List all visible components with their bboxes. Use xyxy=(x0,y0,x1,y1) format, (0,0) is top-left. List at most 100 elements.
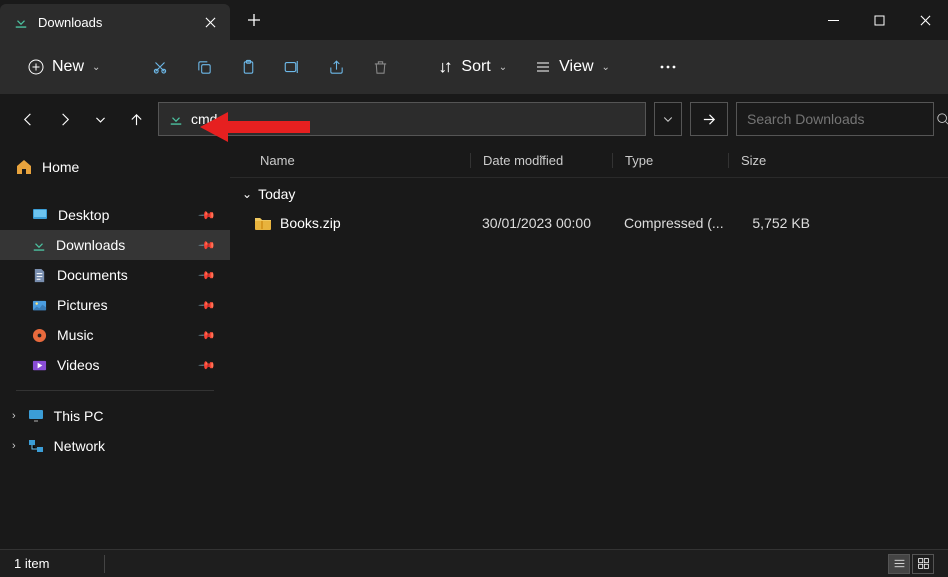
file-type: Compressed (... xyxy=(612,215,728,231)
sort-icon xyxy=(438,60,453,75)
sidebar-label: Desktop xyxy=(58,207,109,223)
sidebar-item-videos[interactable]: Videos 📌 xyxy=(0,350,230,380)
sidebar-item-network[interactable]: › Network xyxy=(0,431,230,461)
sidebar-item-downloads[interactable]: Downloads 📌 xyxy=(0,230,230,260)
minimize-button[interactable] xyxy=(810,0,856,40)
tab-downloads[interactable]: Downloads xyxy=(0,4,230,40)
pictures-icon xyxy=(32,298,47,313)
search-icon xyxy=(936,112,948,126)
window-controls xyxy=(810,0,948,40)
music-icon xyxy=(32,328,47,343)
new-label: New xyxy=(52,58,84,76)
chevron-down-icon: ⌄ xyxy=(602,62,610,73)
sidebar-label: Videos xyxy=(57,357,100,373)
titlebar: Downloads xyxy=(0,0,948,40)
chevron-down-icon: ⌄ xyxy=(92,62,100,73)
close-tab-icon[interactable] xyxy=(205,17,216,28)
more-button[interactable] xyxy=(650,49,686,85)
file-size: 5,752 KB xyxy=(728,215,828,231)
sidebar-item-this-pc[interactable]: › This PC xyxy=(0,401,230,431)
new-button[interactable]: New ⌄ xyxy=(16,52,112,82)
status-bar: 1 item xyxy=(0,549,948,577)
search-input[interactable] xyxy=(747,111,928,127)
sort-label: Sort xyxy=(461,58,490,76)
sort-button[interactable]: Sort ⌄ xyxy=(428,52,517,82)
go-button[interactable] xyxy=(690,102,728,136)
toolbar: New ⌄ Sort ⌄ View ⌄ xyxy=(0,40,948,94)
recent-button[interactable] xyxy=(86,105,114,133)
up-button[interactable] xyxy=(122,105,150,133)
close-window-button[interactable] xyxy=(902,0,948,40)
add-tab-button[interactable] xyxy=(230,0,278,40)
download-icon xyxy=(14,15,28,29)
file-list: Name ⌄ Date modified Type Size ⌄ Today B… xyxy=(230,144,948,549)
documents-icon xyxy=(32,268,47,283)
rename-button[interactable] xyxy=(274,49,310,85)
pin-icon: 📌 xyxy=(198,296,217,315)
videos-icon xyxy=(32,358,47,373)
paste-button[interactable] xyxy=(230,49,266,85)
home-icon xyxy=(16,159,32,175)
share-button[interactable] xyxy=(318,49,354,85)
pin-icon: 📌 xyxy=(198,356,217,375)
chevron-right-icon: › xyxy=(12,440,16,452)
chevron-right-icon: › xyxy=(12,410,16,422)
column-header-type[interactable]: Type xyxy=(612,153,728,168)
sidebar-item-documents[interactable]: Documents 📌 xyxy=(0,260,230,290)
sidebar: Home Desktop 📌 Downloads 📌 Documents 📌 xyxy=(0,144,230,549)
download-icon xyxy=(32,238,46,252)
forward-button[interactable] xyxy=(50,105,78,133)
back-button[interactable] xyxy=(14,105,42,133)
sidebar-item-pictures[interactable]: Pictures 📌 xyxy=(0,290,230,320)
pin-icon: 📌 xyxy=(198,266,217,285)
download-icon xyxy=(169,112,183,126)
sidebar-label: Home xyxy=(42,159,79,175)
pin-icon: 📌 xyxy=(198,326,217,345)
zip-folder-icon xyxy=(254,215,272,231)
sidebar-item-home[interactable]: Home xyxy=(0,152,230,182)
sidebar-label: Pictures xyxy=(57,297,108,313)
desktop-icon xyxy=(32,207,48,223)
pin-icon: 📌 xyxy=(198,206,217,225)
address-input[interactable] xyxy=(191,111,635,127)
view-label: View xyxy=(559,58,593,76)
column-header-size[interactable]: Size xyxy=(728,153,828,168)
address-history-button[interactable] xyxy=(654,102,682,136)
column-header-name[interactable]: Name xyxy=(230,153,470,168)
view-button[interactable]: View ⌄ xyxy=(525,52,620,82)
sidebar-item-desktop[interactable]: Desktop 📌 xyxy=(0,200,230,230)
file-row[interactable]: Books.zip 30/01/2023 00:00 Compressed (.… xyxy=(230,210,948,236)
column-header-modified[interactable]: ⌄ Date modified xyxy=(470,153,612,168)
pin-icon: 📌 xyxy=(198,236,217,255)
sidebar-label: Music xyxy=(57,327,94,343)
chevron-down-icon: ⌄ xyxy=(242,187,252,201)
sidebar-item-music[interactable]: Music 📌 xyxy=(0,320,230,350)
details-view-button[interactable] xyxy=(888,554,910,574)
file-modified: 30/01/2023 00:00 xyxy=(470,215,612,231)
tab-title: Downloads xyxy=(38,15,195,30)
copy-button[interactable] xyxy=(186,49,222,85)
delete-button[interactable] xyxy=(362,49,398,85)
icons-view-button[interactable] xyxy=(912,554,934,574)
group-label: Today xyxy=(258,186,295,202)
group-header[interactable]: ⌄ Today xyxy=(230,178,948,210)
network-icon xyxy=(28,438,44,454)
maximize-button[interactable] xyxy=(856,0,902,40)
main-area: Home Desktop 📌 Downloads 📌 Documents 📌 xyxy=(0,144,948,549)
sidebar-label: Downloads xyxy=(56,237,125,253)
sidebar-label: This PC xyxy=(54,408,104,424)
pc-icon xyxy=(28,408,44,424)
cut-button[interactable] xyxy=(142,49,178,85)
address-row xyxy=(0,94,948,144)
file-name: Books.zip xyxy=(280,215,341,231)
column-headers: Name ⌄ Date modified Type Size xyxy=(230,144,948,178)
view-icon xyxy=(535,59,551,75)
sort-indicator-icon: ⌄ xyxy=(538,150,546,161)
address-bar[interactable] xyxy=(158,102,646,136)
chevron-down-icon: ⌄ xyxy=(499,62,507,73)
sidebar-label: Network xyxy=(54,438,105,454)
status-text: 1 item xyxy=(14,556,888,571)
sidebar-label: Documents xyxy=(57,267,128,283)
view-mode-buttons xyxy=(888,554,934,574)
search-box[interactable] xyxy=(736,102,934,136)
